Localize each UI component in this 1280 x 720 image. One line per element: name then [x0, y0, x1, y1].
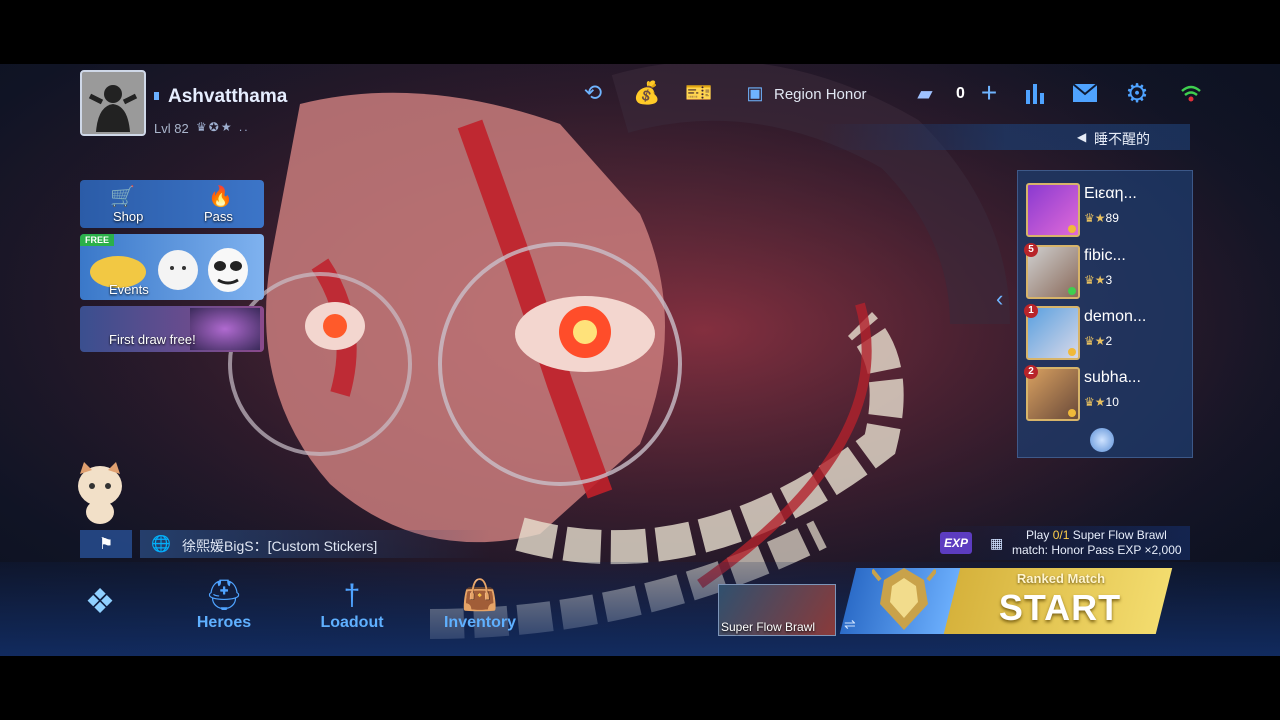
friend-rank-badge: 2: [1024, 365, 1038, 379]
status-dot: [1068, 348, 1076, 356]
events-label: Events: [109, 282, 149, 297]
friend-row[interactable]: 5 fibic... ♛★3: [1024, 243, 1188, 299]
player-level: Lvl 82: [154, 121, 189, 136]
chevron-left-icon[interactable]: ‹: [996, 286, 1003, 312]
status-dot: [1068, 225, 1076, 233]
chat-message[interactable]: 徐熙媛BigS：[Custom Stickers]: [182, 536, 377, 556]
rank-emblem-icon: ♛★: [1084, 211, 1106, 225]
ticket-icon[interactable]: ▰: [910, 78, 940, 108]
friend-rank-badge: 5: [1024, 243, 1038, 257]
recharge-icon[interactable]: ⟲: [578, 78, 608, 108]
friend-name: Ειεαη...: [1084, 185, 1137, 202]
ranked-match-label: Ranked Match: [1016, 571, 1106, 586]
pass-button[interactable]: Pass: [204, 209, 233, 224]
region-honor-icon[interactable]: ▣: [740, 78, 770, 108]
status-dot: [1068, 409, 1076, 417]
friend-row[interactable]: 2 subha... ♛★10: [1024, 365, 1188, 421]
marquee-text: 睡不醒的: [1094, 131, 1150, 147]
quest-text-line1: Play 0/1 Super Flow Brawl: [1026, 528, 1167, 542]
bag-icon: 👜: [461, 579, 499, 612]
level-badge-icons: ♛✪★ ..: [196, 120, 250, 134]
shop-button[interactable]: Shop: [113, 209, 143, 224]
wifi-signal-icon: [1176, 78, 1206, 108]
nav-loadout-label: Loadout: [320, 614, 384, 631]
friend-name: demon...: [1084, 308, 1147, 325]
rank-emblem-icon: ♛★: [1084, 273, 1106, 287]
avatar-image: [82, 72, 144, 134]
flag-button[interactable]: ⚑: [80, 530, 132, 558]
quest-text-line2: match: Honor Pass EXP ×2,000: [1012, 543, 1182, 557]
shop-pass-tile: 🛒 Shop 🔥 Pass: [80, 180, 264, 228]
friend-row[interactable]: 1 demon... ♛★2: [1024, 304, 1188, 360]
friend-rank: ♛★89: [1084, 211, 1119, 225]
globe-icon: 🌐: [151, 536, 171, 553]
game-mode-label: Super Flow Brawl: [720, 620, 816, 634]
first-draw-tile[interactable]: First draw free!: [80, 306, 264, 352]
friend-rank: ♛★10: [1084, 395, 1119, 409]
rank-emblem-icon: ♛★: [1084, 395, 1106, 409]
game-lobby: Ashvatthama Lvl 82 ♛✪★ .. ⟲ 💰 🎫 ▣ Region…: [0, 64, 1280, 656]
friends-panel: Ειεαη... ♛★89 5 fibic... ♛★3 1 demon... …: [1017, 170, 1193, 458]
shop-cart-icon: 🛒: [110, 186, 135, 208]
friend-name: subha...: [1084, 369, 1141, 386]
draw-art: [190, 308, 260, 350]
nav-heroes[interactable]: ⛑ Heroes: [179, 578, 269, 642]
friend-name: fibic...: [1084, 247, 1126, 264]
nav-inventory-label: Inventory: [443, 614, 516, 631]
calendar-icon: ▦: [990, 535, 1004, 551]
flag-icon: ⚑: [98, 536, 114, 553]
mail-icon[interactable]: [1070, 78, 1100, 108]
settings-gear-icon[interactable]: ⚙: [1122, 78, 1152, 108]
first-draw-label: First draw free!: [109, 332, 196, 347]
friend-row[interactable]: Ειεαη... ♛★89: [1026, 183, 1188, 237]
moneybag-icon[interactable]: 💰: [632, 78, 662, 108]
add-icon[interactable]: +: [974, 77, 1004, 108]
more-friends-icon[interactable]: [1090, 428, 1114, 452]
stats-icon[interactable]: [1020, 78, 1050, 108]
start-label: START: [998, 587, 1122, 628]
status-dot: [1068, 287, 1076, 295]
pass-icon: 🔥: [208, 186, 233, 208]
rank-emblem-icon: ♛★: [1084, 334, 1106, 348]
main-menu-icon[interactable]: ❖: [78, 582, 122, 626]
exp-tag: EXP: [940, 532, 972, 554]
top-bar: Ashvatthama Lvl 82 ♛✪★ .. ⟲ 💰 🎫 ▣ Region…: [0, 64, 1280, 136]
friend-rank: ♛★2: [1084, 334, 1113, 348]
rank-crest-icon: [872, 568, 936, 630]
nav-inventory[interactable]: 👜 Inventory: [435, 578, 525, 642]
ticket-count: 0: [956, 85, 965, 102]
nav-loadout[interactable]: † Loadout: [307, 578, 397, 642]
coupon-icon[interactable]: 🎫: [684, 78, 714, 108]
speaker-icon: ◀: [1077, 130, 1087, 144]
events-tile[interactable]: FREE Events: [80, 234, 264, 300]
helmet-icon: ⛑: [204, 579, 244, 612]
swap-icon[interactable]: ⇌: [844, 616, 856, 633]
region-honor-label[interactable]: Region Honor: [774, 86, 867, 103]
pet-companion-icon[interactable]: [74, 460, 126, 526]
nav-heroes-label: Heroes: [196, 614, 252, 631]
player-avatar[interactable]: [80, 70, 146, 136]
player-name[interactable]: Ashvatthama: [168, 86, 287, 108]
name-marker: [154, 92, 159, 100]
sword-icon: †: [343, 579, 361, 612]
friend-rank: ♛★3: [1084, 273, 1113, 287]
friend-rank-badge: 1: [1024, 304, 1038, 318]
